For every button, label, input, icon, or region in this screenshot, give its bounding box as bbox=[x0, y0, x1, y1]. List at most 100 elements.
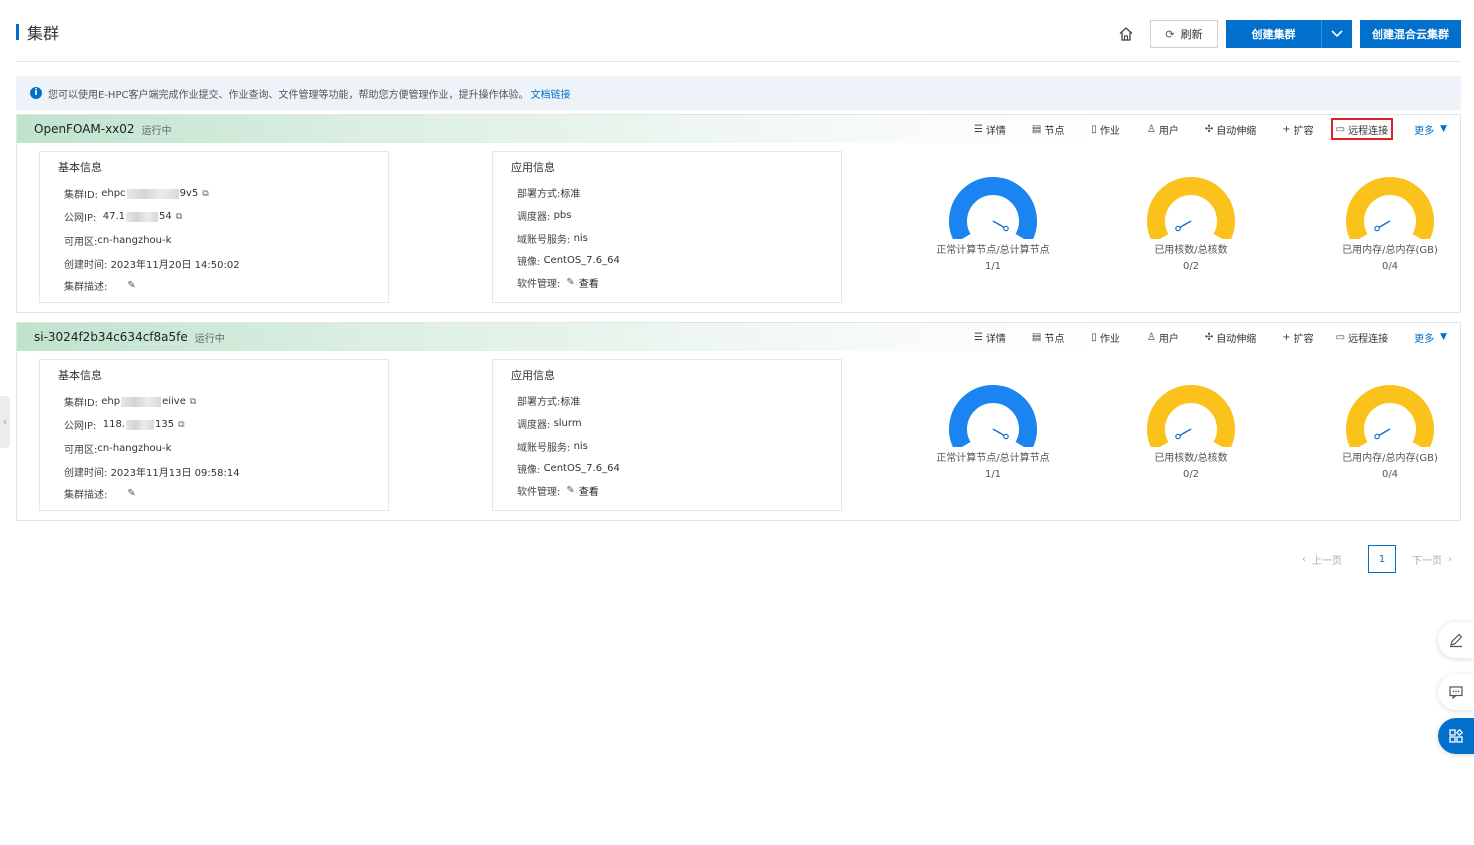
users-button[interactable]: ♙ 用户 bbox=[1144, 118, 1182, 140]
deploy-label: 部署方式: bbox=[517, 189, 561, 200]
jobs-label: 作业 bbox=[1099, 333, 1120, 345]
apps-icon bbox=[1449, 728, 1464, 743]
more-dropdown[interactable]: 更多 ▼ bbox=[1411, 326, 1450, 348]
gauge: 正常计算节点/总计算节点 1/1 bbox=[923, 175, 1063, 272]
deploy-row: 部署方式: 标准 bbox=[517, 393, 580, 408]
deploy-value: 标准 bbox=[560, 397, 581, 408]
apps-button[interactable] bbox=[1438, 718, 1474, 754]
software-label: 软件管理: bbox=[517, 279, 561, 290]
domain-row: 域账号服务: nis bbox=[517, 439, 588, 454]
terminal-icon: ▭ bbox=[1335, 123, 1346, 135]
view-software-link[interactable]: 查看 bbox=[579, 483, 599, 498]
deploy-value: 标准 bbox=[560, 189, 581, 200]
gauge-needle-tip bbox=[1003, 433, 1009, 440]
gauge-value: 0/2 bbox=[1182, 261, 1200, 272]
software-row: 软件管理: ✎ 查看 bbox=[517, 483, 599, 498]
next-page-button[interactable]: 下一页 › bbox=[1412, 552, 1452, 567]
gauge-arc bbox=[949, 177, 1037, 239]
redacted-mask bbox=[121, 396, 162, 407]
expand-button[interactable]: + 扩容 bbox=[1279, 118, 1316, 140]
edit-icon: ✎ bbox=[566, 485, 575, 496]
nodes-button[interactable]: ▤ 节点 bbox=[1029, 326, 1067, 348]
expand-button[interactable]: + 扩容 bbox=[1279, 326, 1316, 348]
image-row: 镜像: CentOS_7.6_64 bbox=[517, 461, 620, 476]
document-icon: ▯ bbox=[1091, 123, 1097, 135]
chevron-down-icon bbox=[1331, 30, 1343, 38]
terminal-icon: ▭ bbox=[1335, 331, 1346, 343]
more-dropdown[interactable]: 更多 ▼ bbox=[1411, 118, 1450, 140]
gauge-chart bbox=[1147, 385, 1235, 447]
create-cluster-dropdown[interactable] bbox=[1322, 20, 1352, 48]
jobs-button[interactable]: ▯ 作业 bbox=[1088, 118, 1123, 140]
scheduler-label: 调度器: bbox=[517, 420, 551, 431]
gauge: 正常计算节点/总计算节点 1/1 bbox=[923, 383, 1063, 480]
created-row: 创建时间: 2023年11月20日 14:50:02 bbox=[64, 256, 240, 271]
cluster-id-suffix: eiive bbox=[162, 396, 186, 407]
zone-label: 可用区: bbox=[64, 445, 98, 456]
chat-button[interactable] bbox=[1438, 674, 1474, 710]
users-button[interactable]: ♙ 用户 bbox=[1144, 326, 1182, 348]
copy-icon[interactable]: ⧉ bbox=[176, 212, 182, 222]
gauge-needle-tip bbox=[1175, 433, 1181, 440]
create-cluster-button[interactable]: 创建集群 bbox=[1226, 20, 1322, 48]
zone-value: cn-hangzhou-k bbox=[97, 443, 172, 454]
gauge: 已用内存/总内存(GB) 0/4 bbox=[1320, 383, 1460, 480]
gauge-arc bbox=[1346, 177, 1434, 239]
details-button[interactable]: ☰ 详情 bbox=[971, 118, 1009, 140]
create-cluster-split-button: 创建集群 bbox=[1226, 20, 1352, 48]
edit-icon[interactable]: ✎ bbox=[127, 488, 135, 499]
refresh-button[interactable]: ⟳ 刷新 bbox=[1150, 20, 1218, 48]
cluster-status: 运行中 bbox=[141, 125, 172, 137]
create-hybrid-cluster-button[interactable]: 创建混合云集群 bbox=[1360, 20, 1461, 48]
autoscale-button[interactable]: ✣ 自动伸缩 bbox=[1202, 118, 1259, 140]
view-software-link[interactable]: 查看 bbox=[579, 275, 599, 290]
nodes-label: 节点 bbox=[1044, 333, 1065, 345]
feedback-edit-button[interactable] bbox=[1438, 622, 1474, 658]
sidebar-toggle[interactable]: ‹ bbox=[0, 396, 10, 448]
autoscale-label: 自动伸缩 bbox=[1216, 333, 1257, 345]
cluster-status: 运行中 bbox=[194, 333, 225, 345]
software-row: 软件管理: ✎ 查看 bbox=[517, 275, 599, 290]
cluster-name[interactable]: si-3024f2b34c634cf8a5fe bbox=[34, 330, 188, 344]
edit-icon: ✎ bbox=[566, 277, 575, 288]
created-label: 创建时间: bbox=[64, 260, 108, 271]
gauge-label: 已用核数/总核数 bbox=[1154, 453, 1228, 464]
caret-down-icon: ▼ bbox=[1440, 124, 1447, 134]
cluster-name[interactable]: OpenFOAM-xx02 bbox=[34, 122, 135, 136]
copy-icon[interactable]: ⧉ bbox=[178, 420, 184, 430]
autoscale-button[interactable]: ✣ 自动伸缩 bbox=[1202, 326, 1259, 348]
details-button[interactable]: ☰ 详情 bbox=[971, 326, 1009, 348]
description-label: 集群描述: bbox=[64, 490, 108, 501]
description-label: 集群描述: bbox=[64, 282, 108, 293]
public-ip-label: 公网IP: bbox=[64, 421, 97, 432]
page-title: 集群 bbox=[16, 22, 59, 43]
copy-icon[interactable]: ⧉ bbox=[202, 189, 208, 199]
jobs-button[interactable]: ▯ 作业 bbox=[1088, 326, 1123, 348]
remote-connect-button[interactable]: ▭ 远程连接 bbox=[1330, 118, 1394, 140]
image-label: 镜像: bbox=[517, 257, 541, 268]
copy-icon[interactable]: ⧉ bbox=[190, 397, 196, 407]
pagination: ‹ 上一页 1 下一页 › bbox=[1302, 545, 1452, 573]
home-icon[interactable] bbox=[1114, 22, 1138, 46]
edit-icon[interactable]: ✎ bbox=[127, 280, 135, 291]
users-label: 用户 bbox=[1158, 125, 1179, 137]
description-row: 集群描述: ✎ bbox=[64, 278, 136, 293]
user-icon: ♙ bbox=[1146, 331, 1156, 343]
image-row: 镜像: CentOS_7.6_64 bbox=[517, 253, 620, 268]
remote-connect-button[interactable]: ▭ 远程连接 bbox=[1333, 326, 1391, 348]
plus-icon: + bbox=[1282, 331, 1291, 343]
deploy-label: 部署方式: bbox=[517, 397, 561, 408]
gauge-chart bbox=[1346, 177, 1434, 239]
image-label: 镜像: bbox=[517, 465, 541, 476]
domain-row: 域账号服务: nis bbox=[517, 231, 588, 246]
public-ip-row: 公网IP: 118. 135 ⧉ bbox=[64, 417, 185, 432]
domain-label: 域账号服务: bbox=[517, 443, 571, 454]
doc-link[interactable]: 文档链接 bbox=[530, 86, 570, 101]
page-number-button[interactable]: 1 bbox=[1368, 545, 1396, 573]
caret-down-icon: ▼ bbox=[1440, 332, 1447, 342]
users-label: 用户 bbox=[1158, 333, 1179, 345]
gauge-value: 0/4 bbox=[1381, 261, 1399, 272]
prev-page-button[interactable]: ‹ 上一页 bbox=[1302, 552, 1342, 567]
nodes-button[interactable]: ▤ 节点 bbox=[1029, 118, 1067, 140]
gauge: 已用核数/总核数 0/2 bbox=[1121, 175, 1261, 272]
